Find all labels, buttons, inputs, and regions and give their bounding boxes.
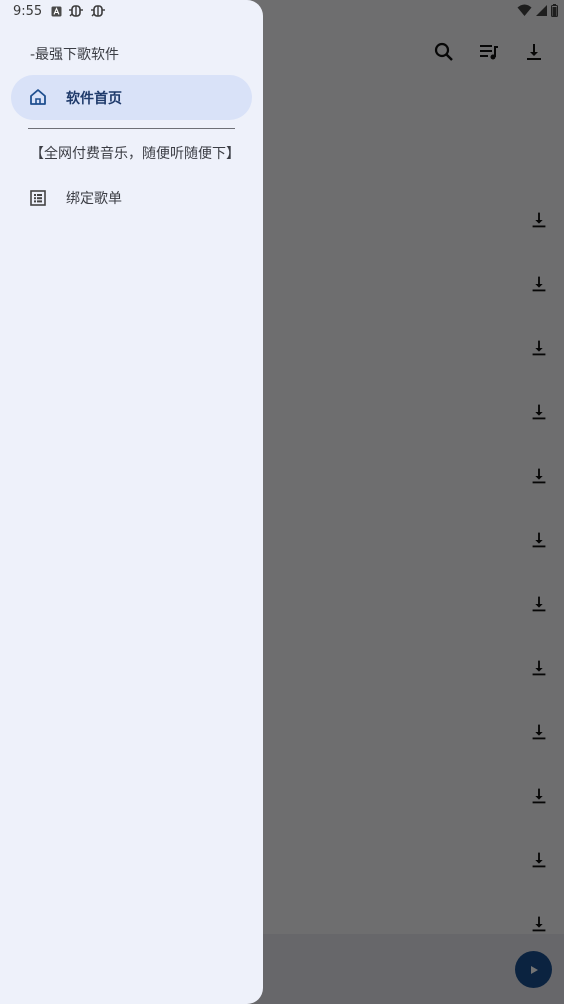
bug-icon — [91, 5, 105, 17]
a-badge-icon — [51, 6, 62, 17]
divider — [28, 128, 235, 129]
home-icon — [28, 87, 48, 107]
battery-icon — [551, 4, 558, 17]
navigation-drawer: 9:55 -最强下歌软件 软件首页 【全网付费音乐，随便听随便下】 绑定歌单 — [0, 0, 263, 1004]
signal-icon — [536, 5, 547, 16]
status-left-icons — [51, 4, 106, 19]
list-icon — [28, 188, 48, 208]
nav-item-label: 软件首页 — [66, 91, 122, 107]
nav-item-home[interactable]: 软件首页 — [11, 75, 252, 120]
section-label: 【全网付费音乐，随便听随便下】 — [30, 146, 240, 162]
wifi-icon — [517, 4, 532, 16]
nav-item-label: 绑定歌单 — [66, 191, 122, 207]
status-time: 9:55 — [13, 4, 43, 19]
nav-item-bind-playlist[interactable]: 绑定歌单 — [11, 175, 252, 220]
status-right-icons — [517, 4, 558, 17]
bug-icon — [69, 5, 83, 17]
drawer-header: -最强下歌软件 — [30, 47, 120, 63]
